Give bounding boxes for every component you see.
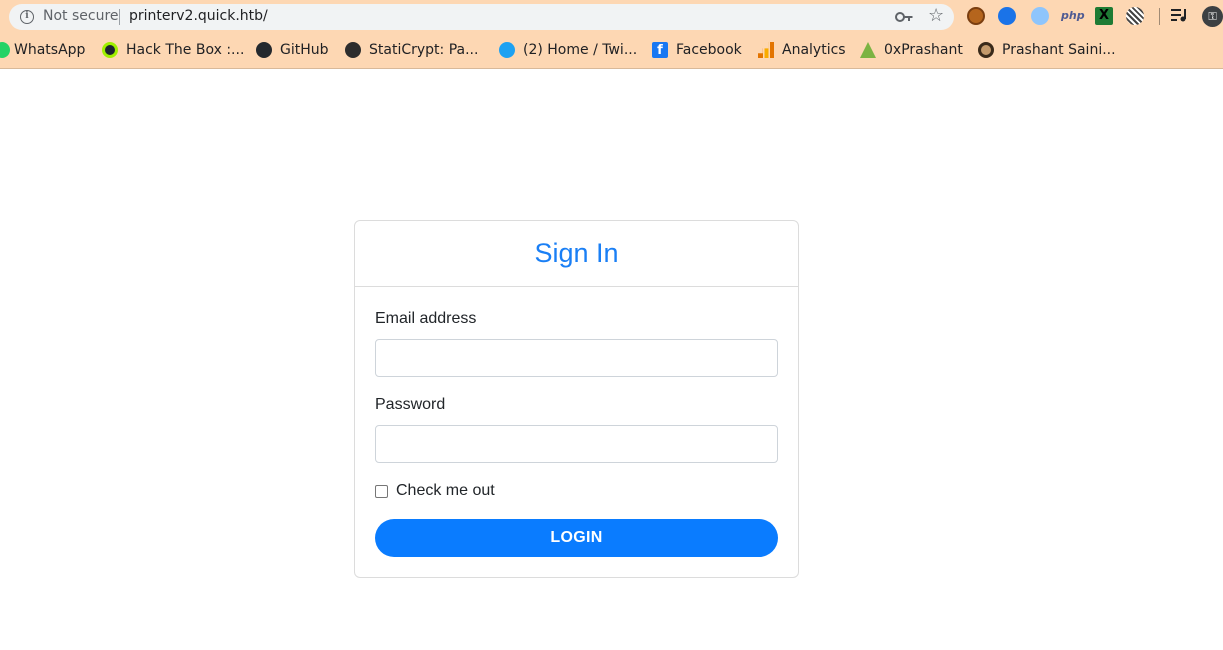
browser-chrome: i Not secure printerv2.quick.htb/ ☆ php …: [0, 0, 1223, 69]
prashant-avatar-icon: [978, 42, 994, 58]
hackthebox-icon: [102, 42, 118, 58]
login-button[interactable]: LOGIN: [375, 519, 778, 557]
wave-extension-icon[interactable]: [1031, 7, 1049, 25]
bookmarks-bar: WhatsApp Hack The Box :... GitHub StatiC…: [0, 36, 1223, 64]
analytics-icon: [758, 42, 774, 58]
bookmark-label: Analytics: [782, 42, 846, 58]
bookmark-whatsapp[interactable]: WhatsApp: [0, 40, 85, 60]
bookmark-analytics[interactable]: Analytics: [758, 40, 846, 60]
password-label: Password: [375, 396, 446, 413]
toolbar-divider: [1159, 8, 1160, 25]
profile-avatar-icon[interactable]: ⚿: [1202, 6, 1223, 27]
address-bar[interactable]: i Not secure printerv2.quick.htb/ ☆: [9, 4, 954, 30]
key-icon[interactable]: [895, 9, 913, 25]
media-icon[interactable]: [1171, 7, 1189, 23]
stripes-extension-icon[interactable]: [1126, 7, 1144, 25]
remember-label[interactable]: Check me out: [396, 482, 495, 500]
security-status[interactable]: Not secure: [43, 8, 119, 24]
bookmark-github[interactable]: GitHub: [256, 40, 329, 60]
card-header: Sign In: [355, 221, 798, 287]
url-divider: [119, 9, 120, 25]
php-icon[interactable]: php: [1061, 7, 1085, 25]
url-text[interactable]: printerv2.quick.htb/: [129, 8, 268, 24]
remember-checkbox[interactable]: [375, 484, 388, 498]
0xprashant-icon: [860, 42, 876, 58]
bookmark-0xprashant[interactable]: 0xPrashant: [860, 40, 963, 60]
email-label: Email address: [375, 310, 477, 327]
bookmark-label: Facebook: [676, 42, 742, 58]
bookmark-staticrypt[interactable]: StatiCrypt: Pa...: [345, 40, 478, 60]
cookie-icon[interactable]: [967, 7, 985, 25]
bookmark-label: Hack The Box :...: [126, 42, 245, 58]
password-field[interactable]: [375, 425, 778, 463]
remember-row[interactable]: Check me out: [375, 482, 495, 500]
bookmark-hackthebox[interactable]: Hack The Box :...: [102, 40, 244, 60]
login-card: Sign In Email address Password Check me …: [354, 220, 799, 578]
bookmark-facebook[interactable]: f Facebook: [652, 40, 742, 60]
blue-extension-icon[interactable]: [998, 7, 1016, 25]
x-extension-icon[interactable]: X: [1095, 7, 1113, 25]
facebook-icon: f: [652, 42, 668, 58]
page-title: Sign In: [534, 238, 619, 268]
info-icon[interactable]: i: [20, 10, 34, 24]
bookmark-label: Prashant Saini...: [1002, 42, 1116, 58]
twitter-icon: [499, 42, 515, 58]
github-icon: [256, 42, 272, 58]
bookmark-label: GitHub: [280, 42, 329, 58]
bookmark-prashant-saini[interactable]: Prashant Saini...: [978, 40, 1116, 60]
bookmark-label: (2) Home / Twi...: [523, 42, 638, 58]
bookmark-twitter[interactable]: (2) Home / Twi...: [499, 40, 637, 60]
bookmark-label: WhatsApp: [14, 42, 86, 58]
email-field[interactable]: [375, 339, 778, 377]
bookmark-label: 0xPrashant: [884, 42, 963, 58]
whatsapp-icon: [0, 42, 10, 58]
bookmark-label: StatiCrypt: Pa...: [369, 42, 479, 58]
bookmark-star-icon[interactable]: ☆: [928, 6, 944, 26]
globe-icon: [345, 42, 361, 58]
